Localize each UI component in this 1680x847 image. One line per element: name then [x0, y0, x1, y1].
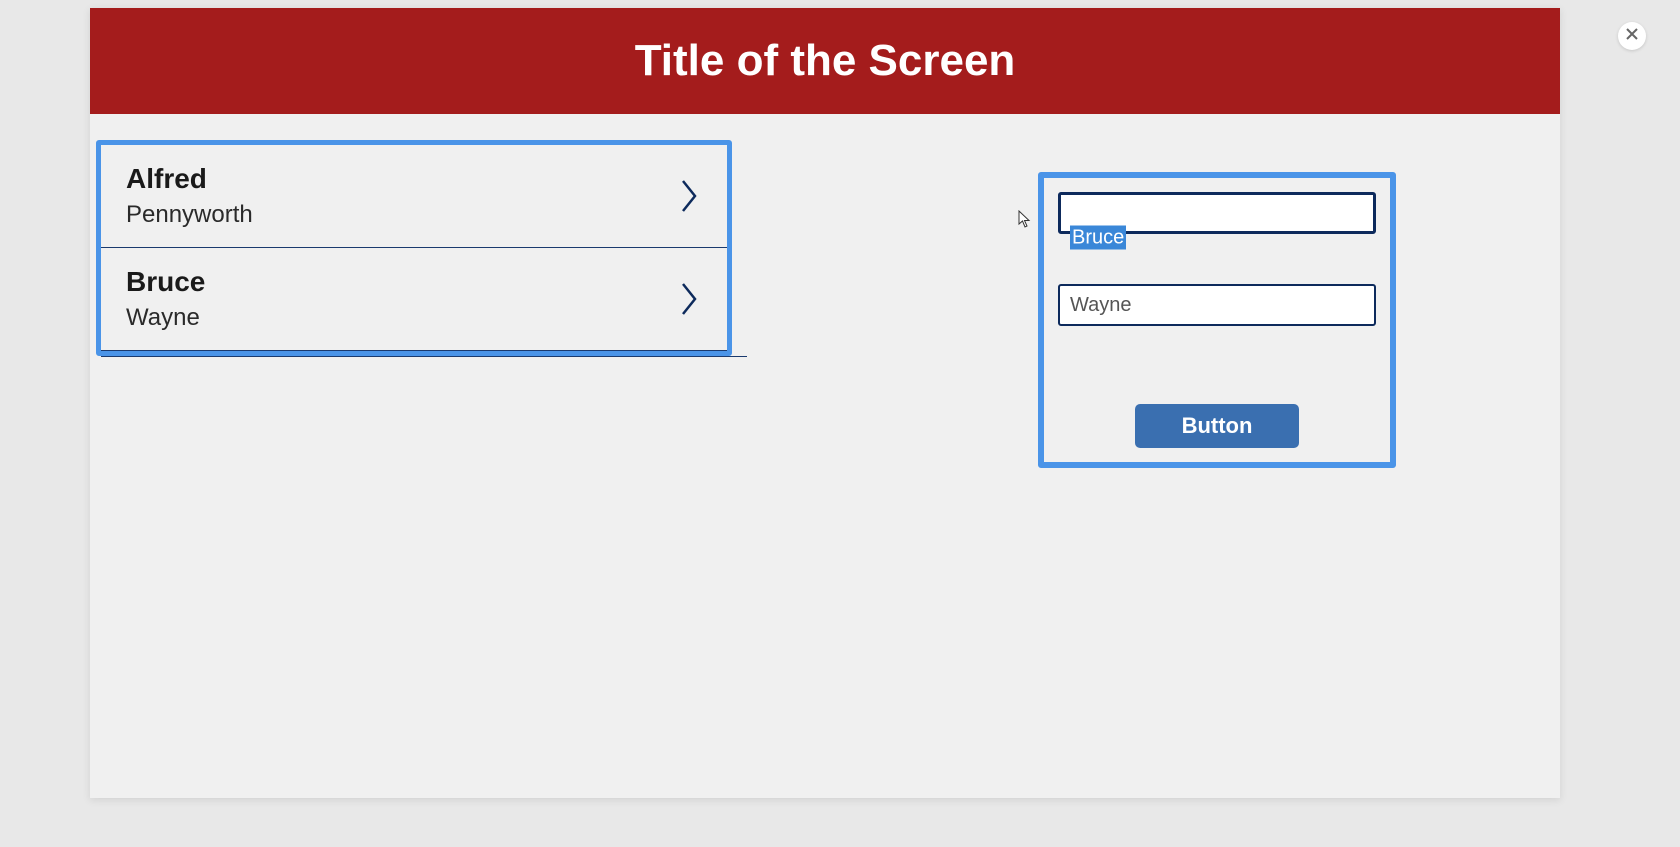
list-item-secondary: Pennyworth: [126, 201, 253, 229]
list-item-primary: Alfred: [126, 163, 253, 195]
lastname-input[interactable]: [1058, 284, 1376, 326]
list-item-secondary: Wayne: [126, 304, 205, 332]
submit-button[interactable]: Button: [1135, 404, 1299, 448]
page-title: Title of the Screen: [635, 36, 1016, 86]
header-bar: Title of the Screen: [90, 8, 1560, 114]
list-panel: Alfred Pennyworth Bruce Wayne: [96, 140, 732, 356]
close-icon: [1626, 27, 1638, 45]
firstname-input[interactable]: [1058, 192, 1376, 234]
list-item-text: Bruce Wayne: [126, 266, 205, 332]
screen-container: Title of the Screen Alfred Pennyworth Br…: [90, 8, 1560, 798]
list-item[interactable]: Alfred Pennyworth: [101, 145, 727, 248]
chevron-right-icon: [678, 176, 702, 216]
list-item-text: Alfred Pennyworth: [126, 163, 253, 229]
list-item[interactable]: Bruce Wayne: [101, 248, 727, 351]
content-area: Alfred Pennyworth Bruce Wayne: [90, 114, 1560, 144]
divider-line: [101, 356, 747, 357]
firstname-input-wrapper: Bruce: [1058, 192, 1376, 284]
chevron-right-icon: [678, 279, 702, 319]
list-item-primary: Bruce: [126, 266, 205, 298]
form-panel: Bruce Button: [1038, 172, 1396, 468]
close-button[interactable]: [1618, 22, 1646, 50]
